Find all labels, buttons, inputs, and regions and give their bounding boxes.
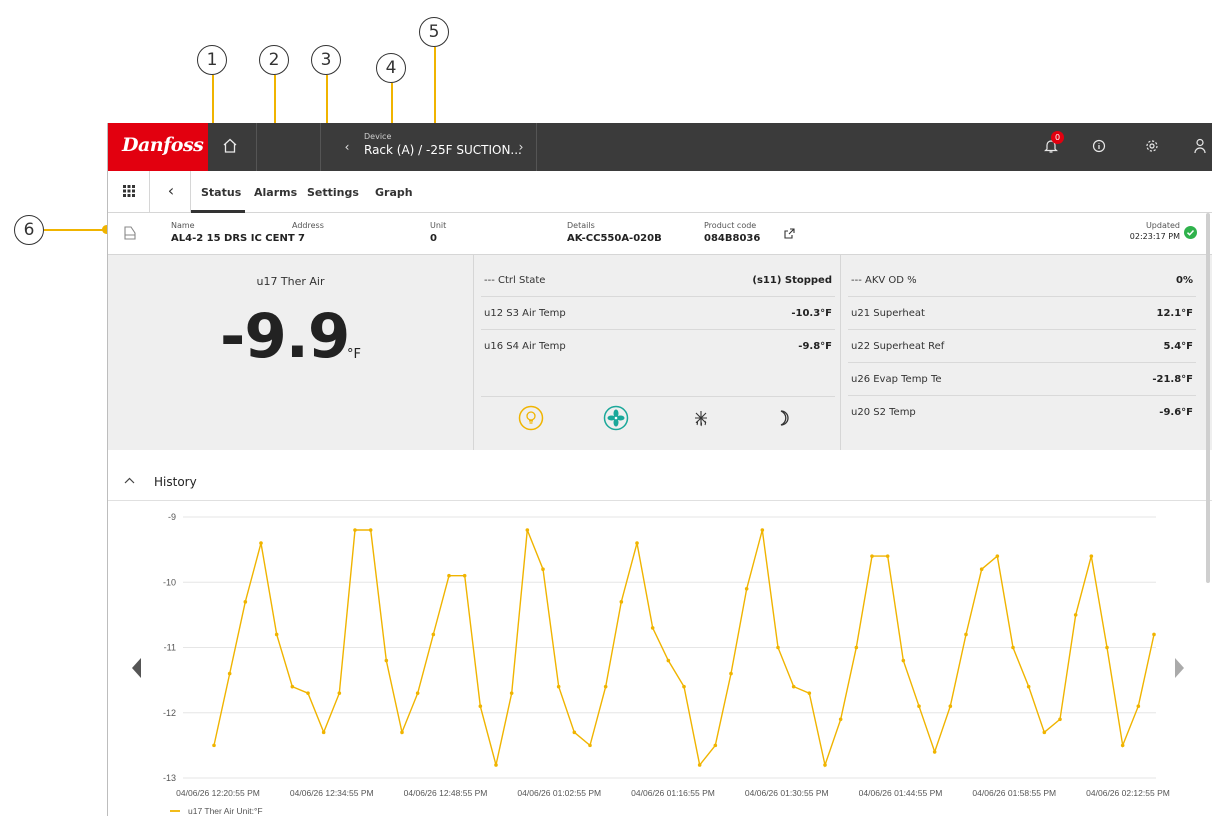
data-point [1089,554,1094,558]
data-point [964,632,968,637]
data-point [1011,645,1015,650]
data-point [603,684,608,689]
data-point [478,704,483,709]
y-axis-ticks: -9 -10 -11 -12 -13 [163,512,176,783]
x-axis-ticks: 04/06/26 12:20:55 PM 04/06/26 12:34:55 PM… [176,788,1170,798]
data-point [447,573,451,578]
x-tick-label: 04/06/26 01:16:55 PM [631,788,715,798]
y-tick-label: -12 [163,708,176,718]
data-point [525,528,530,532]
data-point [948,704,953,709]
screenshot-root: 1 2 3 4 5 6 Danfoss ‹ Device Rack (A) / … [0,0,1212,816]
data-point [1105,645,1109,650]
data-point [776,645,780,650]
data-point [227,671,232,676]
data-point [1026,684,1031,689]
app-window: Danfoss ‹ Device Rack (A) / -25F SUCTION… [107,123,1212,816]
data-point [588,743,592,748]
x-tick-label: 04/06/26 01:58:55 PM [972,788,1056,798]
y-tick-label: -11 [164,643,176,653]
data-point [995,554,1000,558]
callout-1: 1 [197,45,227,75]
data-point [1042,730,1047,735]
data-point [838,717,843,722]
data-point [885,554,890,558]
data-point [1120,743,1125,748]
data-point [1073,613,1078,617]
data-point [400,730,404,735]
x-tick-label: 04/06/26 12:34:55 PM [290,788,374,798]
x-tick-label: 04/06/26 12:48:55 PM [404,788,488,798]
data-point [353,528,357,532]
data-point [682,684,686,689]
data-point [713,743,718,748]
data-point [729,671,733,676]
data-point [1152,632,1156,637]
callout-3: 3 [311,45,341,75]
data-point [556,684,561,689]
callout-5: 5 [419,17,449,47]
data-point [494,763,498,767]
data-point [650,626,655,630]
chart-grid [183,516,1156,779]
data-point [274,632,279,637]
data-point [541,567,545,571]
history-chart: -9-10-11-12-13 04/06/26 12:20:55 PM 04/06… [132,512,1184,816]
data-point [744,586,749,591]
data-point [760,528,765,532]
data-point [431,632,436,637]
data-point [807,691,812,695]
data-point [979,567,984,571]
chart-next-arrow-icon[interactable] [1175,658,1184,678]
data-point [306,691,310,695]
legend-label: u17 Ther Air Unit:°F [188,806,263,816]
data-point [791,684,796,689]
chart-prev-arrow-icon[interactable] [132,658,141,678]
x-tick-label: 04/06/26 01:30:55 PM [745,788,829,798]
callout-4: 4 [376,53,406,83]
data-point [697,763,702,767]
data-point [1136,704,1141,709]
data-point [337,691,342,695]
callout-6: 6 [14,215,44,245]
chart-legend: u17 Ther Air Unit:°F [170,806,263,816]
x-tick-label: 04/06/26 02:12:55 PM [1086,788,1170,798]
y-tick-label: -10 [163,577,176,587]
x-tick-label: 04/06/26 01:02:55 PM [517,788,601,798]
data-point [212,743,216,748]
callout-2: 2 [259,45,289,75]
data-point [259,541,263,545]
data-point [1058,717,1062,722]
data-point [509,691,514,695]
data-point [619,600,624,604]
y-tick-label: -9 [168,512,176,522]
data-point [290,684,295,689]
data-point [917,704,921,709]
y-tick-label: -13 [163,773,176,783]
data-point [666,658,671,663]
data-point [854,645,859,650]
data-point [415,691,420,695]
data-point [243,600,248,604]
data-point [462,573,467,578]
x-tick-label: 04/06/26 12:20:55 PM [176,788,260,798]
data-point [321,730,326,735]
data-point [635,541,639,545]
data-point [901,658,906,663]
data-point [870,554,874,558]
data-point [932,750,937,754]
data-point [368,528,373,532]
data-point [384,658,389,663]
data-point [823,763,827,767]
callout-6-leader [44,229,107,231]
data-point [572,730,577,735]
x-tick-label: 04/06/26 01:44:55 PM [859,788,943,798]
